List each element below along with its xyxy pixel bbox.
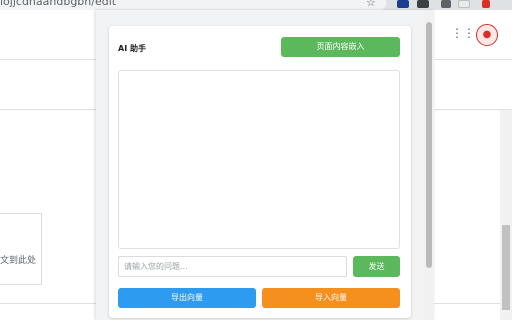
chat-history[interactable] (118, 70, 400, 249)
browser-toolbar: lojjcdnaandbgbn/edit ☆ (0, 0, 512, 10)
avatar[interactable]: ● (476, 24, 498, 46)
export-vectors-button[interactable]: 导出向量 (118, 288, 256, 308)
apps-grid-icon[interactable]: ⋮⋮⋮ (451, 26, 487, 40)
panel-title: AI 助手 (118, 44, 146, 53)
page-scroll-thumb[interactable] (502, 225, 510, 310)
profile-icon[interactable] (482, 0, 490, 8)
bookmark-star-icon[interactable]: ☆ (366, 0, 376, 9)
extension-icon[interactable] (441, 0, 451, 8)
extension-icon[interactable] (458, 0, 470, 8)
panel-scroll-thumb[interactable] (426, 22, 432, 268)
send-button[interactable]: 发送 (353, 256, 400, 277)
address-bar[interactable]: lojjcdnaandbgbn/edit (0, 0, 386, 10)
url-text[interactable]: lojjcdnaandbgbn/edit (0, 0, 116, 8)
question-input[interactable] (118, 256, 347, 277)
embed-page-content-button[interactable]: 页面内容嵌入 (281, 37, 400, 57)
extension-icon[interactable] (397, 0, 409, 8)
extension-icon[interactable] (417, 0, 429, 8)
import-vectors-button[interactable]: 导入向量 (262, 288, 400, 308)
drop-zone[interactable] (0, 213, 42, 285)
drop-zone-hint: 文到此处 (0, 256, 37, 266)
